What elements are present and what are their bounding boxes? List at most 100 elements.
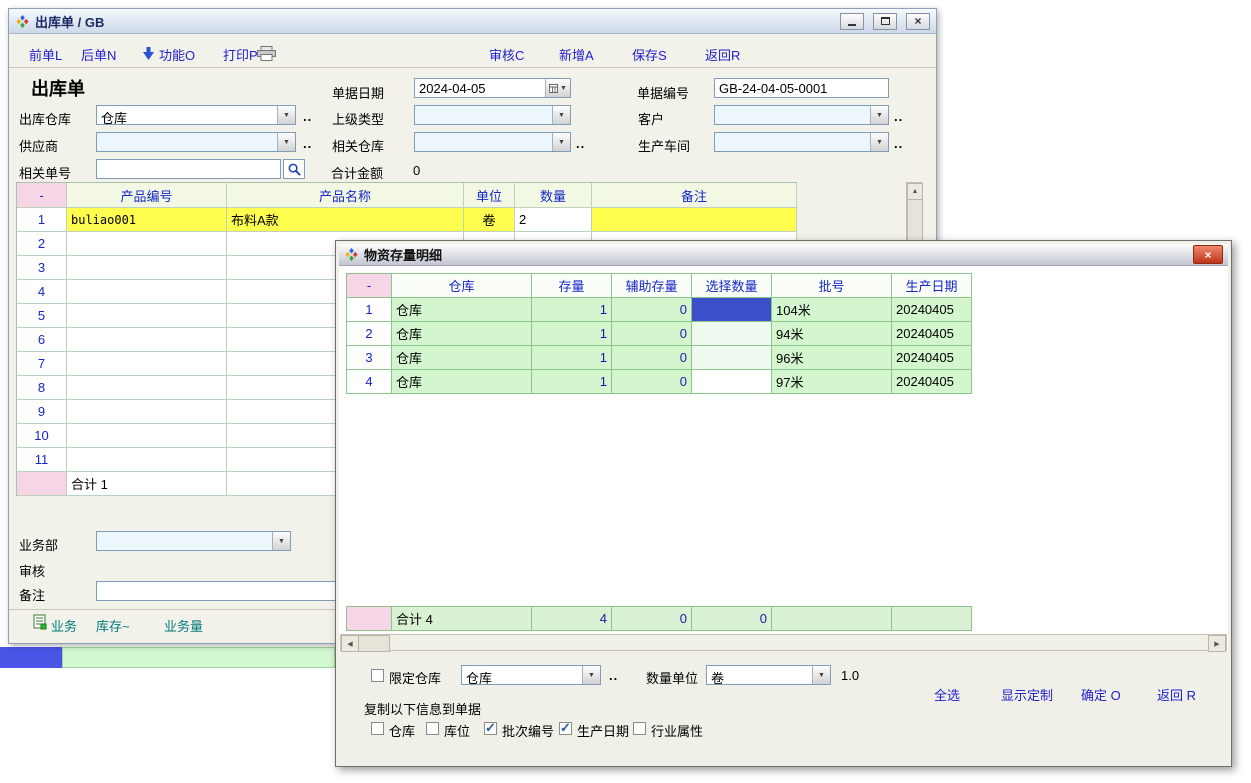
limit-warehouse-combo[interactable]: 仓库 ▼ xyxy=(461,665,601,685)
cell-qty-editor[interactable]: 2 xyxy=(515,208,592,232)
note-field[interactable] xyxy=(96,581,336,601)
row-number[interactable]: 9 xyxy=(17,400,67,424)
row-number[interactable]: 1 xyxy=(17,208,67,232)
lookup-button[interactable] xyxy=(283,159,305,179)
cell-empty[interactable] xyxy=(67,424,227,448)
chevron-down-icon[interactable]: ▼ xyxy=(272,532,290,550)
chevron-down-icon[interactable]: ▼ xyxy=(277,106,295,124)
next-doc-button[interactable]: 后单N xyxy=(81,45,116,64)
row-number[interactable]: 7 xyxy=(17,352,67,376)
chevron-down-icon[interactable]: ▼ xyxy=(552,133,570,151)
out-warehouse-combo[interactable]: 仓库 ▼ xyxy=(96,105,296,125)
cell-unit[interactable]: 卷 xyxy=(464,208,515,232)
row-number[interactable]: 1 xyxy=(347,298,392,322)
cell-product-code[interactable]: buliao001 xyxy=(67,208,227,232)
calendar-dropdown-button[interactable]: ▼ xyxy=(545,79,570,97)
copy-warehouse-checkbox[interactable] xyxy=(371,722,384,735)
supplier-combo[interactable]: ▼ xyxy=(96,132,296,152)
tab-business[interactable]: 业务 xyxy=(51,616,77,635)
cell-prod-date[interactable]: 20240405 xyxy=(892,370,972,394)
cell-stock[interactable]: 1 xyxy=(532,298,612,322)
chevron-down-icon[interactable]: ▼ xyxy=(870,106,888,124)
row-number[interactable]: 10 xyxy=(17,424,67,448)
customer-combo[interactable]: ▼ xyxy=(714,105,889,125)
chevron-down-icon[interactable]: ▼ xyxy=(552,106,570,124)
cell-select-qty[interactable] xyxy=(692,322,772,346)
cell-select-qty[interactable] xyxy=(692,346,772,370)
cell-select-qty[interactable] xyxy=(692,298,772,322)
cell-empty[interactable] xyxy=(67,352,227,376)
func-menu-button[interactable]: 功能O xyxy=(159,45,195,64)
cell-empty[interactable] xyxy=(67,376,227,400)
return-button[interactable]: 返回 R xyxy=(1157,685,1196,704)
prev-doc-button[interactable]: 前单L xyxy=(29,45,62,64)
tab-business-volume[interactable]: 业务量 xyxy=(164,616,203,635)
scroll-thumb[interactable] xyxy=(358,635,390,652)
row-number[interactable]: 4 xyxy=(17,280,67,304)
cell-stock[interactable]: 1 xyxy=(532,370,612,394)
cell-warehouse[interactable]: 仓库 xyxy=(392,322,532,346)
supplier-browse[interactable]: .. xyxy=(303,136,312,151)
cell-warehouse[interactable]: 仓库 xyxy=(392,346,532,370)
audit-button[interactable]: 审核C xyxy=(489,45,524,64)
chevron-down-icon[interactable]: ▼ xyxy=(582,666,600,684)
cell-empty[interactable] xyxy=(67,328,227,352)
row-number[interactable]: 8 xyxy=(17,376,67,400)
row-number[interactable]: 2 xyxy=(347,322,392,346)
customize-view-button[interactable]: 显示定制 xyxy=(1001,685,1053,704)
minimize-button[interactable] xyxy=(840,13,864,30)
cell-prod-date[interactable]: 20240405 xyxy=(892,298,972,322)
tab-stock[interactable]: 库存~ xyxy=(96,616,130,635)
cell-empty[interactable] xyxy=(67,256,227,280)
scroll-right-icon[interactable]: ▶ xyxy=(1208,635,1226,652)
cell-empty[interactable] xyxy=(67,448,227,472)
cell-select-qty[interactable] xyxy=(692,370,772,394)
cell-batch[interactable]: 97米 xyxy=(772,370,892,394)
cell-warehouse[interactable]: 仓库 xyxy=(392,298,532,322)
workshop-browse[interactable]: .. xyxy=(894,136,903,151)
cell-prod-date[interactable]: 20240405 xyxy=(892,322,972,346)
cell-prod-date[interactable]: 20240405 xyxy=(892,346,972,370)
cell-empty[interactable] xyxy=(67,400,227,424)
related-warehouse-combo[interactable]: ▼ xyxy=(414,132,571,152)
dept-combo[interactable]: ▼ xyxy=(96,531,291,551)
copy-industry-checkbox[interactable] xyxy=(633,722,646,735)
cell-aux-stock[interactable]: 0 xyxy=(612,298,692,322)
cell-stock[interactable]: 1 xyxy=(532,322,612,346)
print-button[interactable]: 打印P xyxy=(223,45,258,64)
row-number[interactable]: 5 xyxy=(17,304,67,328)
row-number[interactable]: 6 xyxy=(17,328,67,352)
select-all-button[interactable]: 全选 xyxy=(934,685,960,704)
chevron-down-icon[interactable]: ▼ xyxy=(870,133,888,151)
cell-empty[interactable] xyxy=(67,304,227,328)
window-titlebar[interactable]: 出库单 / GB × xyxy=(9,9,936,34)
related-doc-field[interactable] xyxy=(96,159,281,179)
chevron-down-icon[interactable]: ▼ xyxy=(812,666,830,684)
cell-batch[interactable]: 96米 xyxy=(772,346,892,370)
scroll-thumb[interactable] xyxy=(907,199,923,243)
cell-aux-stock[interactable]: 0 xyxy=(612,370,692,394)
back-button[interactable]: 返回R xyxy=(705,45,740,64)
cell-batch[interactable]: 104米 xyxy=(772,298,892,322)
cell-aux-stock[interactable]: 0 xyxy=(612,322,692,346)
cell-aux-stock[interactable]: 0 xyxy=(612,346,692,370)
save-button[interactable]: 保存S xyxy=(632,45,667,64)
related-warehouse-browse[interactable]: .. xyxy=(576,136,585,151)
row-number[interactable]: 2 xyxy=(17,232,67,256)
doc-no-field[interactable]: GB-24-04-05-0001 xyxy=(714,78,889,98)
cell-empty[interactable] xyxy=(67,280,227,304)
maximize-button[interactable] xyxy=(873,13,897,30)
customer-browse[interactable]: .. xyxy=(894,109,903,124)
row-number[interactable]: 3 xyxy=(347,346,392,370)
cell-batch[interactable]: 94米 xyxy=(772,322,892,346)
close-button[interactable]: × xyxy=(906,13,930,30)
scroll-up-icon[interactable]: ▲ xyxy=(907,183,923,200)
dialog-close-button[interactable]: × xyxy=(1193,245,1223,264)
row-number[interactable]: 3 xyxy=(17,256,67,280)
row-number[interactable]: 4 xyxy=(347,370,392,394)
copy-prod-date-checkbox[interactable] xyxy=(559,722,572,735)
workshop-combo[interactable]: ▼ xyxy=(714,132,889,152)
row-number[interactable]: 11 xyxy=(17,448,67,472)
cell-warehouse[interactable]: 仓库 xyxy=(392,370,532,394)
cell-stock[interactable]: 1 xyxy=(532,346,612,370)
